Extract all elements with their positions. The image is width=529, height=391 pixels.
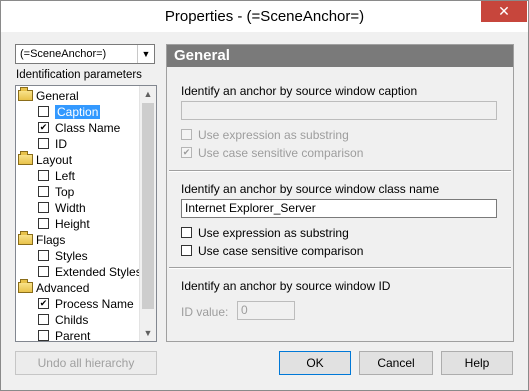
scroll-up-icon[interactable]: ▲ xyxy=(140,86,156,102)
chevron-down-icon[interactable]: ▼ xyxy=(137,45,154,63)
tree-item-checkbox[interactable] xyxy=(38,218,49,229)
tree-item-checkbox[interactable] xyxy=(38,202,49,213)
tree-item[interactable]: Left xyxy=(38,168,75,184)
caption-case-option[interactable]: Use case sensitive comparison xyxy=(181,146,363,160)
folder-icon xyxy=(18,87,33,101)
tree-item-label: Caption xyxy=(55,105,101,119)
class-substring-checkbox[interactable] xyxy=(181,227,192,238)
tree-item-checkbox[interactable] xyxy=(38,298,49,309)
tree-group[interactable]: Advanced xyxy=(18,279,90,296)
close-button[interactable]: ✕ xyxy=(481,1,527,22)
properties-dialog: Properties - (=SceneAnchor=) ✕ (=SceneAn… xyxy=(0,0,529,391)
tree-item-label: Layout xyxy=(36,153,73,167)
tree-item[interactable]: Width xyxy=(38,200,86,216)
window-title: Properties - (=SceneAnchor=) xyxy=(164,8,365,25)
tree-item-label: Class Name xyxy=(55,121,121,135)
tree-item-label: Advanced xyxy=(36,281,90,295)
anchor-select-value: (=SceneAnchor=) xyxy=(20,48,107,60)
tree-item-checkbox[interactable] xyxy=(38,138,49,149)
caption-field[interactable] xyxy=(181,101,497,120)
tree-item-label: Left xyxy=(55,169,76,183)
anchor-select[interactable]: (=SceneAnchor=) ▼ xyxy=(15,44,155,64)
tree-item[interactable]: Class Name xyxy=(38,120,120,136)
tree-group[interactable]: General xyxy=(18,87,79,104)
tree-item-checkbox[interactable] xyxy=(38,170,49,181)
tree-item[interactable]: Parent xyxy=(38,328,91,342)
general-panel: General Identify an anchor by source win… xyxy=(166,44,514,342)
class-section-title: Identify an anchor by source window clas… xyxy=(181,182,440,196)
identification-parameters-label: Identification parameters xyxy=(16,69,142,81)
tree-item-checkbox[interactable] xyxy=(38,314,49,325)
tree-item-checkbox[interactable] xyxy=(38,250,49,261)
caption-section-title: Identify an anchor by source window capt… xyxy=(181,84,418,98)
tree-item-checkbox[interactable] xyxy=(38,106,49,117)
tree-item-label: Width xyxy=(55,201,86,215)
class-substring-label: Use expression as substring xyxy=(198,226,349,240)
tree-item-checkbox[interactable] xyxy=(38,266,49,277)
class-case-option[interactable]: Use case sensitive comparison xyxy=(181,244,363,258)
folder-icon xyxy=(18,279,33,293)
caption-substring-option[interactable]: Use expression as substring xyxy=(181,128,349,142)
class-case-label: Use case sensitive comparison xyxy=(198,244,364,258)
tree-item-label: Styles xyxy=(55,249,88,263)
folder-icon xyxy=(18,151,33,165)
tree-item[interactable]: Caption xyxy=(38,104,101,120)
folder-icon xyxy=(18,231,33,245)
parameters-tree: General Caption Class Name ID Layout Left Top W… xyxy=(15,85,157,342)
tree-item[interactable]: ID xyxy=(38,136,67,152)
tree-item[interactable]: Height xyxy=(38,216,90,232)
tree-item-checkbox[interactable] xyxy=(38,330,49,341)
tree-item-label: Process Name xyxy=(55,297,134,311)
caption-case-checkbox[interactable] xyxy=(181,147,192,158)
id-value-field[interactable]: 0 xyxy=(237,301,295,320)
class-name-field[interactable]: Internet Explorer_Server xyxy=(181,199,497,218)
title-bar: Properties - (=SceneAnchor=) ✕ xyxy=(1,1,528,32)
class-case-checkbox[interactable] xyxy=(181,245,192,256)
id-section-title: Identify an anchor by source window ID xyxy=(181,279,391,293)
tree-item-label: Flags xyxy=(36,233,66,247)
help-button[interactable]: Help xyxy=(441,351,513,375)
tree-item[interactable]: Process Name xyxy=(38,296,134,312)
undo-all-hierarchy-button[interactable]: Undo all hierarchy xyxy=(15,351,157,375)
cancel-button[interactable]: Cancel xyxy=(359,351,433,375)
tree-item-label: General xyxy=(36,89,79,103)
tree-item[interactable]: Childs xyxy=(38,312,88,328)
scroll-thumb[interactable] xyxy=(142,103,154,309)
caption-case-label: Use case sensitive comparison xyxy=(198,146,364,160)
separator xyxy=(169,170,511,172)
tree-item-checkbox[interactable] xyxy=(38,122,49,133)
tree-scrollbar[interactable]: ▲ ▼ xyxy=(139,86,156,341)
tree-item[interactable]: Extended Styles xyxy=(38,264,142,280)
tree-item-label: ID xyxy=(55,137,67,151)
class-substring-option[interactable]: Use expression as substring xyxy=(181,226,349,240)
tree-item[interactable]: Styles xyxy=(38,248,88,264)
ok-button[interactable]: OK xyxy=(279,351,351,375)
tree-group[interactable]: Layout xyxy=(18,151,73,168)
tree-item-label: Height xyxy=(55,217,90,231)
tree-item[interactable]: Top xyxy=(38,184,74,200)
caption-substring-checkbox[interactable] xyxy=(181,129,192,140)
caption-substring-label: Use expression as substring xyxy=(198,128,349,142)
panel-header: General xyxy=(167,45,513,67)
separator xyxy=(169,267,511,269)
tree-item-label: Childs xyxy=(55,313,89,327)
tree-item-checkbox[interactable] xyxy=(38,186,49,197)
close-icon: ✕ xyxy=(498,3,510,19)
tree-item-label: Extended Styles xyxy=(55,265,142,279)
tree-item-label: Parent xyxy=(55,329,91,342)
id-value-label: ID value: xyxy=(181,305,229,319)
scroll-down-icon[interactable]: ▼ xyxy=(140,325,156,341)
tree-item-label: Top xyxy=(55,185,75,199)
tree-group[interactable]: Flags xyxy=(18,231,66,248)
